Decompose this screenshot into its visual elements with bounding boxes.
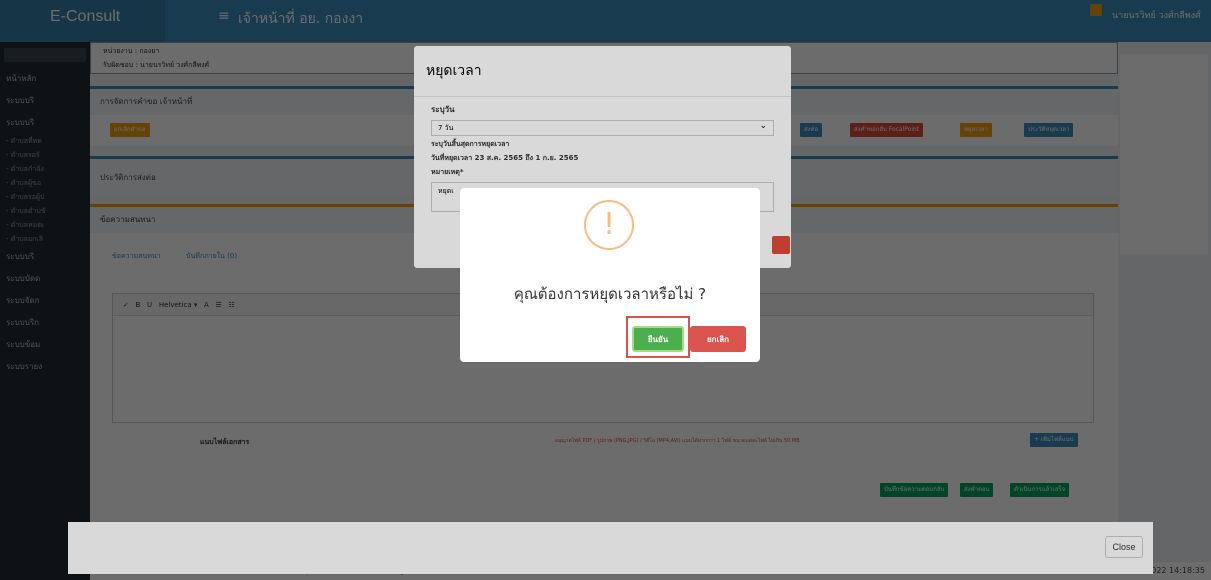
confirm-dialog: ! คุณต้องการหยุดเวลาหรือไม่ ? ยืนยัน ยกเ… (460, 188, 760, 362)
cancel-button[interactable]: ยกเลิก (690, 326, 746, 352)
confirm-message: คุณต้องการหยุดเวลาหรือไม่ ? (513, 285, 707, 303)
confirm-button[interactable]: ยืนยัน (632, 326, 684, 352)
warning-icon: ! (584, 200, 634, 250)
